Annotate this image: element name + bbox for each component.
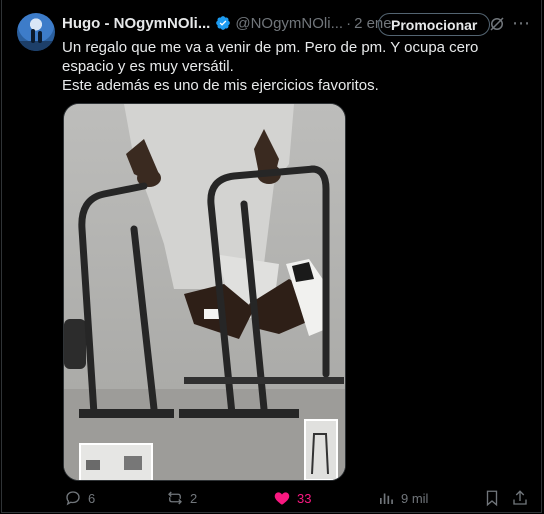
tweet-text-line: Un regalo que me va a venir de pm. Pero …	[62, 39, 479, 75]
like-count: 33	[297, 490, 312, 506]
author-handle[interactable]: @NOgymNOli...	[235, 15, 343, 32]
like-button[interactable]: 33	[273, 489, 311, 507]
verified-badge-icon	[216, 16, 231, 30]
share-icon	[513, 490, 527, 505]
separator-dot: ·	[346, 14, 352, 32]
repost-count: 2	[190, 490, 198, 506]
tweet-text: Un regalo que me va a venir de pm. Pero …	[62, 38, 532, 95]
repost-icon	[168, 491, 182, 505]
views-icon	[380, 493, 393, 504]
tweet-actions: 6 2 33 9 mil	[2, 482, 544, 512]
promote-button[interactable]: Promocionar	[378, 13, 491, 36]
bookmark-icon	[486, 490, 498, 507]
more-icon[interactable]: ⋯	[511, 14, 531, 34]
views-button[interactable]: 9 mil	[377, 489, 428, 507]
author-avatar[interactable]	[17, 13, 55, 51]
reply-icon	[66, 491, 80, 506]
share-button[interactable]	[511, 489, 535, 507]
repost-button[interactable]: 2	[166, 489, 197, 507]
tweet-media-video[interactable]	[63, 103, 346, 481]
like-icon	[274, 492, 290, 505]
author-name[interactable]: Hugo - NOgymNOli...	[62, 15, 210, 32]
bookmark-button[interactable]	[483, 489, 507, 507]
views-count: 9 mil	[401, 490, 429, 506]
tweet-card[interactable]: Hugo - NOgymNOli... @NOgymNOli... · 2 en…	[1, 0, 542, 513]
reply-button[interactable]: 6	[64, 489, 95, 507]
tweet-text-line: Este además es uno de mis ejercicios fav…	[62, 77, 379, 94]
tweet-header: Hugo - NOgymNOli... @NOgymNOli... · 2 en…	[62, 12, 396, 34]
grok-icon[interactable]	[488, 15, 506, 33]
reply-count: 6	[88, 490, 96, 506]
